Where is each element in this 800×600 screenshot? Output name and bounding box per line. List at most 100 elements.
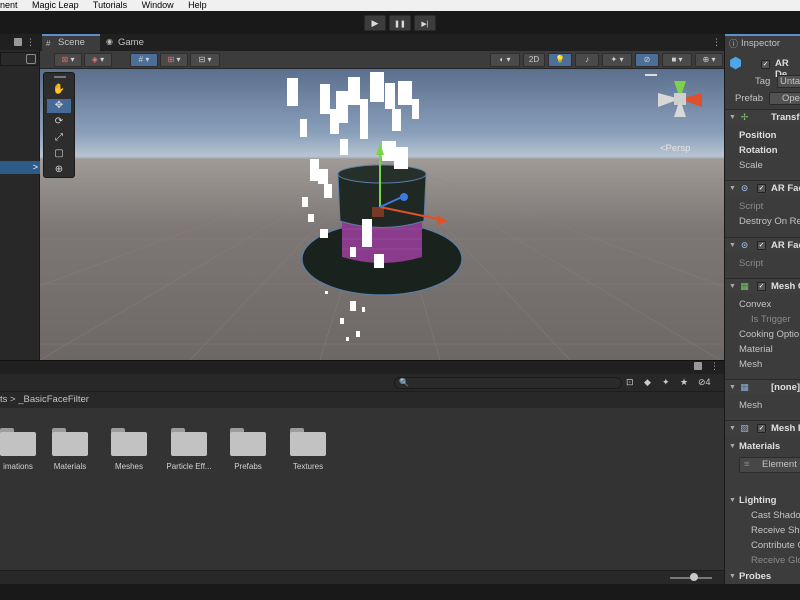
mesh-row[interactable]: Mesh [725,357,800,372]
tab-inspector[interactable]: ⓘ Inspector [725,34,800,51]
transform-header[interactable]: ▼ ✢ Transf [725,109,800,124]
tab-scene[interactable]: # Scene [42,34,100,51]
drag-handle-icon[interactable]: ≡ [744,458,750,472]
pivot-dropdown[interactable]: ◈ ▾ [84,53,112,67]
hierarchy-search-input[interactable] [0,52,38,66]
materials-label: Materials [739,441,781,452]
shading-mode-dropdown[interactable]: ◐ ▾ [490,53,520,67]
element-label: Element 0 [762,459,800,470]
receive-shadows-row[interactable]: Receive Sh [725,523,800,538]
mesh-filter-header[interactable]: ▼ ▦ [none] [725,379,800,394]
mesh-row[interactable]: Mesh [725,398,800,413]
rotation-row[interactable]: Rotation [725,143,800,158]
scene-visibility-toggle[interactable]: ⊘ [635,53,659,67]
ar-face-component-header[interactable]: ▼ ⊙ ✓ AR Fac [725,180,800,195]
more-icon[interactable]: ⋮ [26,37,35,48]
script-icon: ⊙ [740,240,749,250]
view-options-icon[interactable] [645,74,657,76]
folder-icon [52,426,88,456]
component-enabled-checkbox[interactable]: ✓ [757,184,766,193]
folder-prefabs[interactable]: Prefabs [218,426,278,471]
scene-viewport[interactable]: <Persp [40,69,724,360]
menu-item-magic-leap[interactable]: Magic Leap [32,0,79,10]
hidden-packages-toggle[interactable]: ⊘4 [698,377,711,388]
mesh-renderer-icon: ▧ [740,423,749,433]
tab-scene-label: Scene [58,37,85,48]
lock-icon[interactable] [14,38,22,46]
project-search-input[interactable]: 🔍 [394,377,622,389]
gizmos-icon: ⊕ [702,55,710,64]
active-checkbox[interactable]: ✓ [761,60,770,69]
project-asset-grid: imations Materials Meshes Particle Eff..… [0,408,724,570]
pause-button[interactable]: ❚❚ [389,15,411,31]
snap-dropdown[interactable]: ⊞ ▾ [160,53,188,67]
collapse-arrow-icon: ▼ [729,114,736,121]
menu-item-component[interactable]: nent [0,0,18,10]
audio-toggle[interactable]: ♪ [575,53,599,67]
breadcrumb[interactable]: ts > _BasicFaceFilter [0,392,724,408]
menu-item-tutorials[interactable]: Tutorials [93,0,127,10]
prefab-open-button[interactable]: Ope [769,92,800,105]
save-search-icon[interactable]: ✦ [662,377,674,389]
component-enabled-checkbox[interactable]: ✓ [757,241,766,250]
icon-size-slider-thumb[interactable] [690,573,698,581]
ar-face-mesh-header[interactable]: ▼ ⊙ ✓ AR Fac [725,237,800,252]
favorite-icon[interactable]: ★ [680,377,692,389]
material-label: Material [739,344,773,355]
hierarchy-selected-item[interactable]: > [0,161,40,174]
collapse-arrow-icon: ▼ [729,573,736,580]
probes-foldout[interactable]: ▼ Probes [725,569,800,584]
effects-dropdown[interactable]: ✦ ▾ [602,53,632,67]
mesh-renderer-header[interactable]: ▼ ▧ ✓ Mesh R [725,420,800,435]
collapse-arrow-icon: ▼ [729,443,736,450]
folder-meshes[interactable]: Meshes [99,426,159,471]
lock-icon[interactable] [694,362,702,370]
cast-shadows-row[interactable]: Cast Shado [725,508,800,523]
grid-snap-dropdown[interactable]: # ▾ [130,53,158,67]
menu-item-help[interactable]: Help [188,0,207,10]
palette-handle[interactable] [54,76,66,78]
project-tabbar: ⋮ [0,360,724,374]
lighting-toggle[interactable]: 💡 [548,53,572,67]
draw-mode-dropdown[interactable]: ⊠ ▾ [54,53,82,67]
lighting-foldout[interactable]: ▼ Lighting [725,493,800,508]
contribute-gi-row[interactable]: Contribute G [725,538,800,553]
persp-label[interactable]: <Persp [660,143,690,154]
expand-arrow-icon[interactable]: > [33,162,38,172]
component-enabled-checkbox[interactable]: ✓ [757,424,766,433]
move-tool-icon[interactable]: ✥ [47,99,71,113]
step-button[interactable]: ▶| [414,15,436,31]
play-button[interactable]: ▶ [364,15,386,31]
gizmos-dropdown[interactable]: ⊕ ▾ [695,53,723,67]
search-by-type-icon[interactable]: ⊡ [626,377,638,389]
panel-menu-icon[interactable]: ⋮ [710,361,719,372]
rotate-tool-icon[interactable]: ⟳ [47,115,71,129]
component-enabled-checkbox[interactable]: ✓ [757,282,766,291]
increment-snap-dropdown[interactable]: ⊟ ▾ [190,53,220,67]
element-0-row[interactable]: ≡ Element 0 [739,457,800,473]
search-by-label-icon[interactable]: ◆ [644,377,656,389]
scale-tool-icon[interactable]: ⤢ [47,131,71,145]
menu-item-window[interactable]: Window [142,0,174,10]
toggle-2d-button[interactable]: 2D [523,53,545,67]
rect-tool-icon[interactable]: ▢ [47,147,71,161]
panel-menu-icon[interactable]: ⋮ [712,37,721,48]
materials-foldout[interactable]: ▼ Materials [725,439,800,454]
camera-dropdown[interactable]: ■ ▾ [662,53,692,67]
cooking-options-row[interactable]: Cooking Optio [725,327,800,342]
material-row[interactable]: Material [725,342,800,357]
tab-game[interactable]: ◉ Game [102,34,156,51]
convex-row[interactable]: Convex [725,297,800,312]
transform-tool-icon[interactable]: ⊕ [47,163,71,177]
destroy-on-removal-row[interactable]: Destroy On Re [725,214,800,229]
inspector-tabbar: ⓘ Inspector [725,34,800,51]
scale-row[interactable]: Scale [725,158,800,173]
folder-textures[interactable]: Textures [278,426,338,471]
cooking-label: Cooking Optio [739,329,800,340]
folder-particle-effects[interactable]: Particle Eff... [159,426,219,471]
tag-dropdown[interactable]: Unta [777,75,800,88]
position-row[interactable]: Position [725,128,800,143]
mesh-collider-header[interactable]: ▼ ▦ ✓ Mesh C [725,278,800,293]
view-tool-icon[interactable]: ✋ [47,83,71,97]
folder-materials[interactable]: Materials [40,426,100,471]
